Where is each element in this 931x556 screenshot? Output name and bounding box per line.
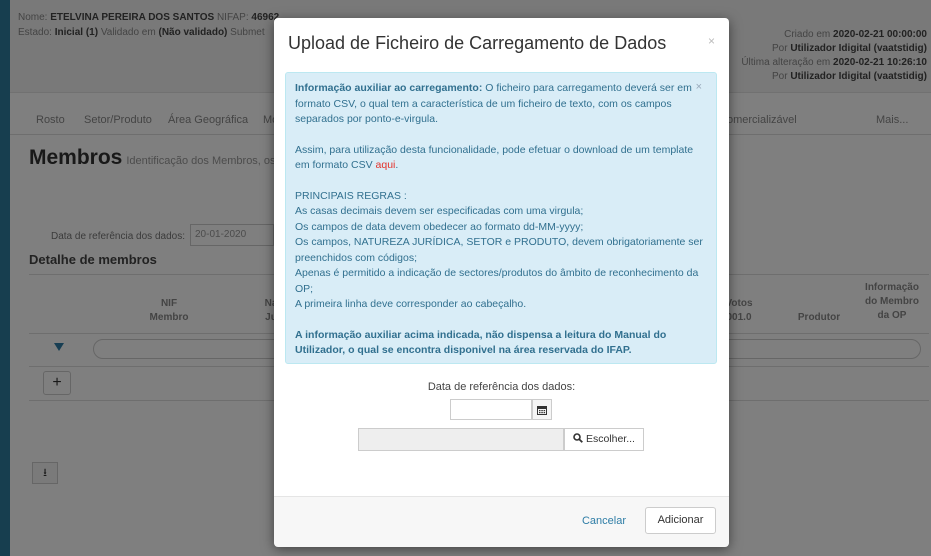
rules-title: PRINCIPAIS REGRAS :: [295, 189, 407, 202]
search-icon: [573, 433, 583, 443]
date-input[interactable]: [450, 399, 532, 420]
add-button[interactable]: Adicionar: [645, 507, 716, 534]
file-path-input[interactable]: [358, 428, 564, 451]
manual-notice: A informação auxiliar acima indicada, nã…: [295, 328, 667, 357]
rule-item: Os campos, NATUREZA JURÍDICA, SETOR e PR…: [295, 236, 703, 264]
rule-item: Os campos de data devem obedecer ao form…: [295, 220, 584, 233]
calendar-button[interactable]: [532, 399, 552, 420]
info-paragraph: Informação auxiliar ao carregamento: O f…: [295, 82, 692, 125]
template-download-link[interactable]: aqui: [376, 159, 396, 171]
rule-item: As casas decimais devem ser especificada…: [295, 205, 584, 217]
choose-file-button[interactable]: Escolher...: [564, 428, 644, 451]
template-paragraph: Assim, para utilização desta funcionalid…: [295, 143, 694, 172]
alert-close-icon[interactable]: ×: [696, 80, 702, 96]
modal-footer: Cancelar Adicionar: [274, 496, 729, 547]
modal-close-icon[interactable]: ×: [708, 34, 715, 48]
rule-item: A primeira linha deve corresponder ao ca…: [295, 298, 527, 310]
date-label: Data de referência dos dados:: [427, 381, 576, 393]
rule-item: Apenas é permitido a indicação de sector…: [295, 267, 699, 295]
upload-modal: Upload de Ficheiro de Carregamento de Da…: [274, 18, 729, 547]
calendar-icon: [537, 405, 547, 415]
info-alert: × Informação auxiliar ao carregamento: O…: [285, 72, 717, 364]
modal-title: Upload de Ficheiro de Carregamento de Da…: [288, 33, 667, 53]
cancel-button[interactable]: Cancelar: [582, 515, 626, 527]
